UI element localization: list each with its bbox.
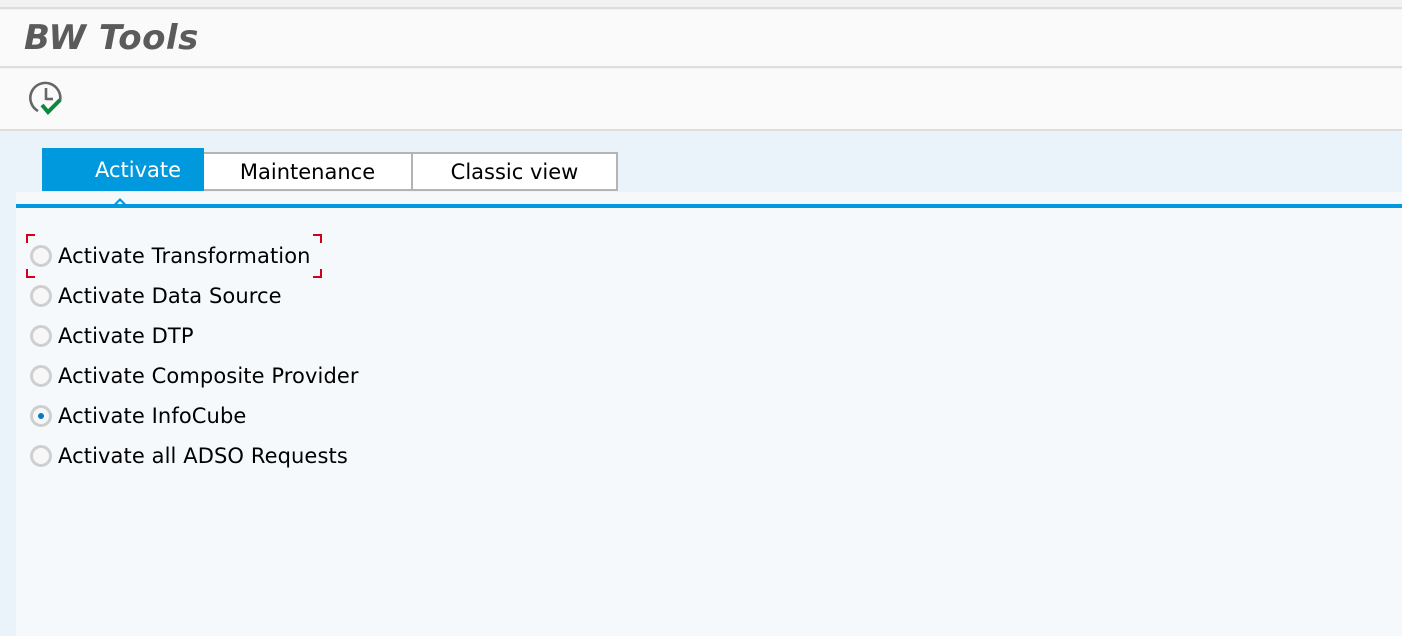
radio-label: Activate all ADSO Requests (58, 444, 348, 468)
tab-panel-activate: Activate Transformation Activate Data So… (16, 192, 1402, 636)
radio-label: Activate Transformation (58, 244, 311, 268)
radio-option-infocube[interactable]: Activate InfoCube (30, 396, 359, 436)
radio-option-adso-requests[interactable]: Activate all ADSO Requests (30, 436, 359, 476)
radio-option-transformation[interactable]: Activate Transformation (26, 234, 359, 278)
execute-button[interactable] (26, 79, 70, 119)
radio-button[interactable] (30, 285, 52, 307)
radio-button-selected[interactable] (30, 405, 52, 427)
radio-option-composite-provider[interactable]: Activate Composite Provider (30, 356, 359, 396)
content-area: Activate Maintenance Classic view Activa… (0, 132, 1402, 636)
radio-button[interactable] (30, 325, 52, 347)
radio-button[interactable] (30, 365, 52, 387)
activation-options-radio-group: Activate Transformation Activate Data So… (26, 234, 359, 476)
application-toolbar (0, 69, 1402, 131)
tab-activate[interactable]: Activate (42, 148, 204, 191)
tab-panel-divider (16, 204, 1402, 208)
tabstrip: Activate Maintenance Classic view (42, 148, 618, 191)
radio-label: Activate Composite Provider (58, 364, 359, 388)
tab-classic-view[interactable]: Classic view (413, 152, 618, 191)
page-title: BW Tools (24, 18, 199, 58)
window-top-strip (0, 0, 1402, 9)
radio-label: Activate InfoCube (58, 404, 247, 428)
radio-button[interactable] (30, 445, 52, 467)
radio-option-dtp[interactable]: Activate DTP (30, 316, 359, 356)
radio-label: Activate Data Source (58, 284, 282, 308)
radio-button[interactable] (30, 245, 52, 267)
tab-maintenance[interactable]: Maintenance (204, 152, 413, 191)
title-bar: BW Tools (0, 10, 1402, 68)
clock-check-icon (29, 81, 62, 115)
radio-label: Activate DTP (58, 324, 194, 348)
radio-option-data-source[interactable]: Activate Data Source (30, 276, 359, 316)
